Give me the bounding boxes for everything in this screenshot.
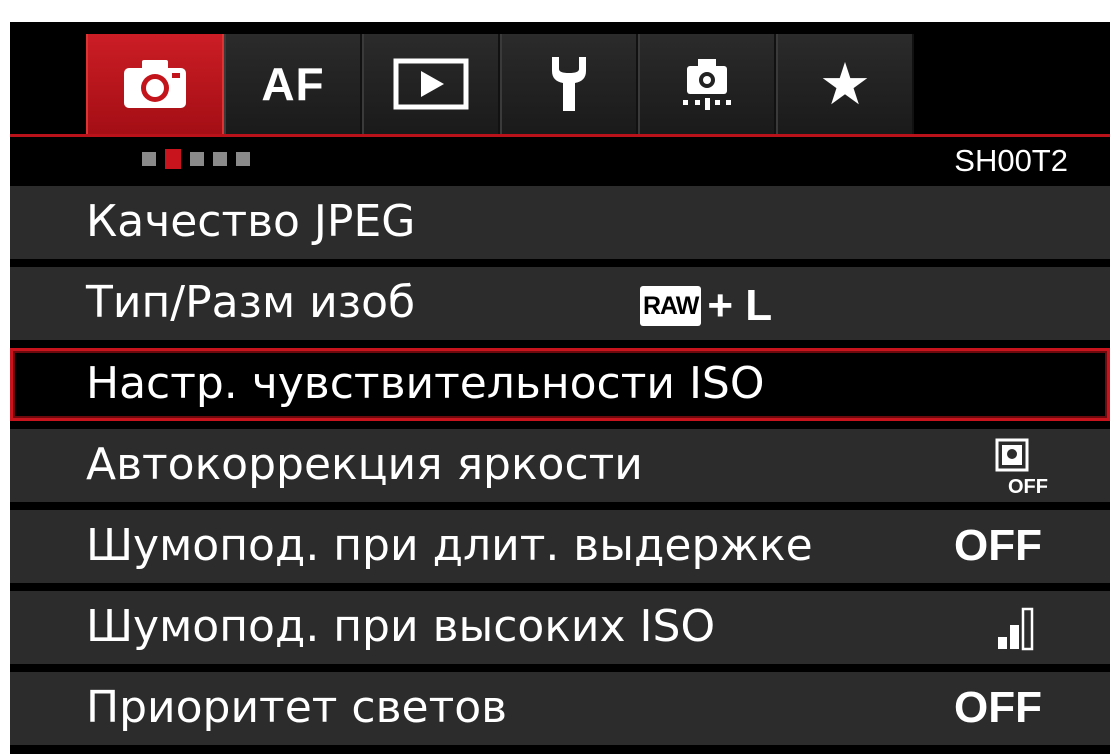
af-label: AF xyxy=(261,58,325,110)
raw-badge: RAW xyxy=(640,286,702,326)
tab-bar: AF ★ xyxy=(10,22,1110,134)
menu-item-image-type-size[interactable]: Тип/Разм изоб RAW + L xyxy=(10,267,1110,340)
tab-playback[interactable] xyxy=(362,34,500,134)
page-dot xyxy=(236,152,250,166)
tab-my-menu[interactable]: ★ xyxy=(776,34,914,134)
star-icon: ★ xyxy=(819,50,871,118)
menu-item-label: Приоритет светов xyxy=(86,682,508,733)
tab-af[interactable]: AF xyxy=(224,34,362,134)
section-id: SH00T2 xyxy=(954,143,1068,178)
menu-item-high-iso-nr[interactable]: Шумопод. при высоких ISO xyxy=(10,591,1110,664)
page-dots xyxy=(142,149,250,169)
camera-icon xyxy=(124,60,186,108)
menu-item-highlight-tone-priority[interactable]: Приоритет светов OFF xyxy=(10,672,1110,745)
menu-item-label: Настр. чувствительности ISO xyxy=(86,358,765,409)
menu-list: Качество JPEG Тип/Разм изоб RAW + L Наст… xyxy=(10,186,1110,753)
menu-item-value: OFF xyxy=(954,683,1042,732)
menu-item-jpeg-quality[interactable]: Качество JPEG xyxy=(10,186,1110,259)
menu-item-auto-lighting-optimizer[interactable]: Автокоррекция яркости OFF xyxy=(10,429,1110,502)
custom-function-icon xyxy=(683,59,731,110)
menu-item-label: Шумопод. при длит. выдержке xyxy=(86,520,813,571)
image-type-value: RAW + L xyxy=(640,281,772,331)
image-size-value: + L xyxy=(707,281,773,330)
noise-reduction-level-icon xyxy=(998,607,1034,651)
menu-item-label: Тип/Разм изоб xyxy=(86,277,416,328)
page-indicator-bar: SH00T2 xyxy=(10,134,1110,186)
tab-bar-spacer xyxy=(914,34,1110,134)
tab-setup[interactable] xyxy=(500,34,638,134)
camera-menu-screen: AF ★ SH00T2 Качество JPEG Тип/Разм изоб … xyxy=(10,22,1110,754)
tab-shooting[interactable] xyxy=(86,34,224,134)
menu-item-label: Автокоррекция яркости xyxy=(86,439,643,490)
wrench-icon xyxy=(552,57,586,111)
tab-custom-functions[interactable] xyxy=(638,34,776,134)
menu-item-label: Шумопод. при высоких ISO xyxy=(86,601,716,652)
auto-lighting-off-icon: OFF xyxy=(995,438,1048,495)
page-dot-active xyxy=(165,149,181,169)
menu-item-iso-settings[interactable]: Настр. чувствительности ISO xyxy=(10,348,1110,421)
play-icon xyxy=(393,58,469,110)
menu-item-label: Качество JPEG xyxy=(86,196,416,247)
page-dot xyxy=(213,152,227,166)
menu-item-value: OFF xyxy=(954,521,1042,570)
svg-text:OFF: OFF xyxy=(1008,476,1048,495)
page-dot xyxy=(142,152,156,166)
menu-item-long-exposure-nr[interactable]: Шумопод. при длит. выдержке OFF xyxy=(10,510,1110,583)
page-dot xyxy=(190,152,204,166)
